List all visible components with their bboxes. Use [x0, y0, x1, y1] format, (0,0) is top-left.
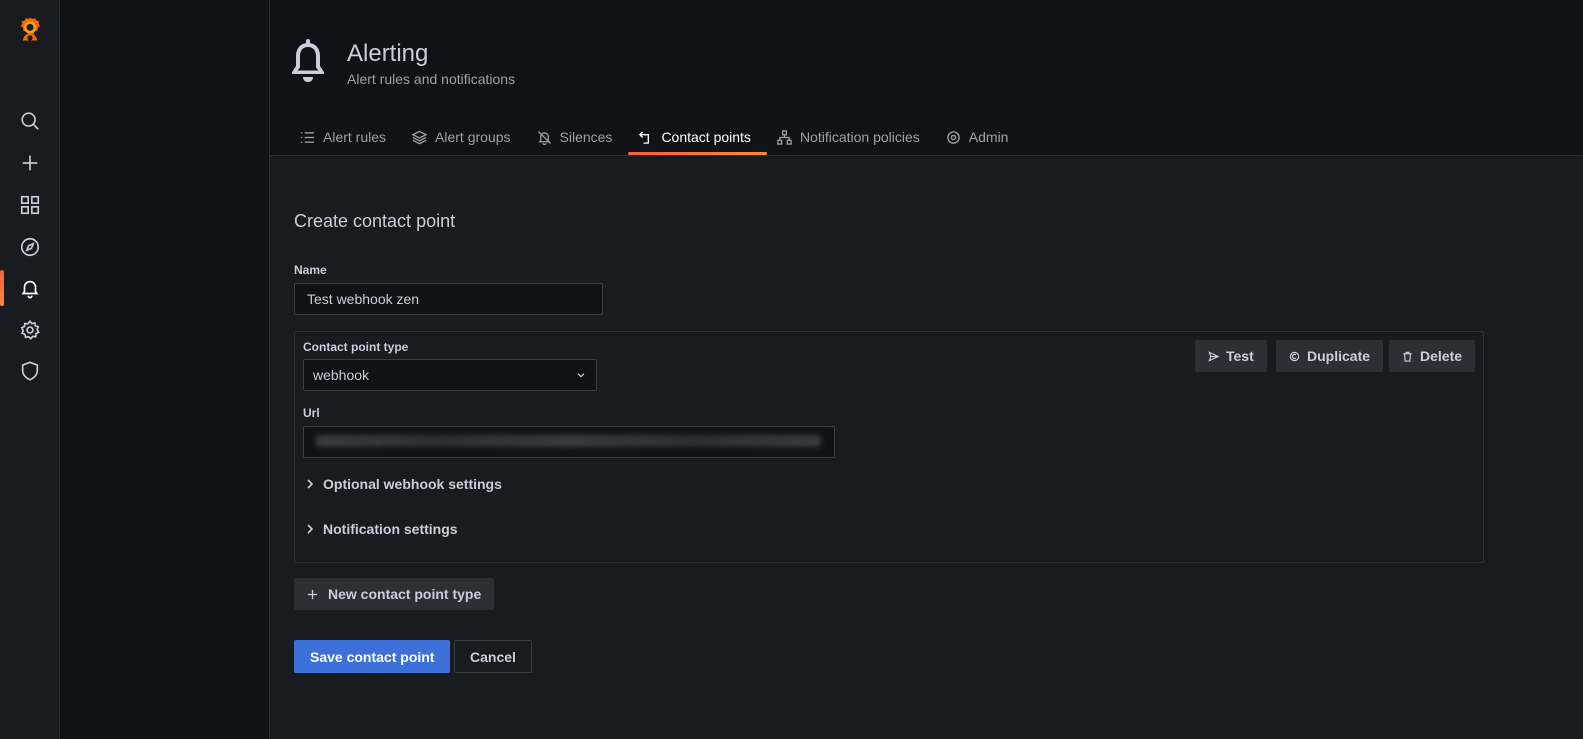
tab-contact-points[interactable]: Contact points [628, 118, 767, 156]
test-button-label: Test [1226, 348, 1254, 364]
redacted-url-value [316, 435, 821, 447]
notification-settings-toggle[interactable]: Notification settings [305, 521, 458, 537]
apps-icon[interactable] [0, 185, 60, 225]
cancel-button-label: Cancel [470, 648, 516, 665]
tab-label: Contact points [661, 129, 751, 145]
sitemap-icon [777, 129, 792, 145]
new-contact-point-type-label: New contact point type [328, 586, 482, 602]
trash-icon [1403, 351, 1412, 362]
tab-notification-policies[interactable]: Notification policies [767, 118, 936, 156]
bell-slash-icon [537, 130, 551, 145]
tab-bar: Alert rules Alert groups Silences Contac… [290, 118, 1024, 156]
list-icon [300, 131, 315, 143]
tab-silences[interactable]: Silences [527, 118, 629, 156]
tab-label: Silences [559, 129, 613, 145]
chevron-right-icon [307, 479, 314, 489]
cog-icon[interactable] [0, 310, 60, 350]
plus-icon[interactable] [0, 143, 60, 183]
save-contact-point-label: Save contact point [310, 648, 435, 665]
compass-icon[interactable] [0, 227, 60, 267]
duplicate-button-label: Duplicate [1307, 348, 1371, 364]
chevron-down-icon [577, 373, 585, 378]
form-title: Create contact point [294, 211, 456, 231]
cancel-button[interactable]: Cancel [454, 640, 532, 673]
name-input-value: Test webhook zen [307, 291, 420, 307]
delete-button[interactable]: Delete [1389, 340, 1476, 372]
notification-settings-label: Notification settings [323, 521, 458, 537]
cog-icon [947, 130, 960, 144]
contact-point-type-value: webhook [313, 367, 370, 383]
duplicate-button[interactable]: Duplicate [1276, 340, 1384, 372]
url-label: Url [303, 406, 320, 420]
layers-icon [412, 130, 428, 144]
left-gutter [60, 0, 270, 739]
page-title: Alerting [347, 40, 429, 67]
search-icon[interactable] [0, 101, 60, 141]
page-content: Create contact point Name Test webhook z… [270, 156, 1583, 739]
tab-alert-rules[interactable]: Alert rules [290, 118, 402, 156]
send-icon [1208, 350, 1219, 362]
optional-webhook-settings-toggle[interactable]: Optional webhook settings [305, 476, 502, 492]
name-label: Name [294, 263, 327, 277]
plus-icon [307, 589, 318, 599]
name-input[interactable]: Test webhook zen [294, 283, 603, 315]
side-menu [0, 0, 60, 739]
save-contact-point-button[interactable]: Save contact point [294, 640, 451, 673]
copy-icon [1289, 351, 1300, 361]
test-button[interactable]: Test [1195, 340, 1267, 372]
page-subtitle: Alert rules and notifications [347, 71, 516, 87]
tab-label: Admin [968, 129, 1009, 145]
tab-label: Notification policies [799, 129, 920, 145]
optional-webhook-settings-label: Optional webhook settings [323, 476, 502, 492]
delete-button-label: Delete [1420, 348, 1463, 364]
bell-icon[interactable] [0, 268, 60, 308]
page-header: Alerting Alert rules and notifications A… [270, 0, 1583, 156]
tab-admin[interactable]: Admin [936, 118, 1025, 156]
tab-alert-groups[interactable]: Alert groups [402, 118, 526, 156]
bell-icon [290, 38, 326, 84]
contact-point-receiver: Contact point type webhook Test Duplicat… [294, 331, 1484, 563]
shield-icon[interactable] [0, 351, 60, 391]
contact-point-type-label: Contact point type [303, 340, 409, 354]
contact-point-type-select[interactable]: webhook [303, 359, 597, 391]
url-input[interactable] [303, 426, 835, 458]
chevron-right-icon [307, 524, 314, 534]
tab-label: Alert groups [435, 129, 511, 145]
contact-icon [639, 130, 650, 144]
grafana-logo-icon[interactable] [14, 14, 46, 46]
new-contact-point-type-button[interactable]: New contact point type [294, 578, 495, 610]
tab-label: Alert rules [323, 129, 387, 145]
